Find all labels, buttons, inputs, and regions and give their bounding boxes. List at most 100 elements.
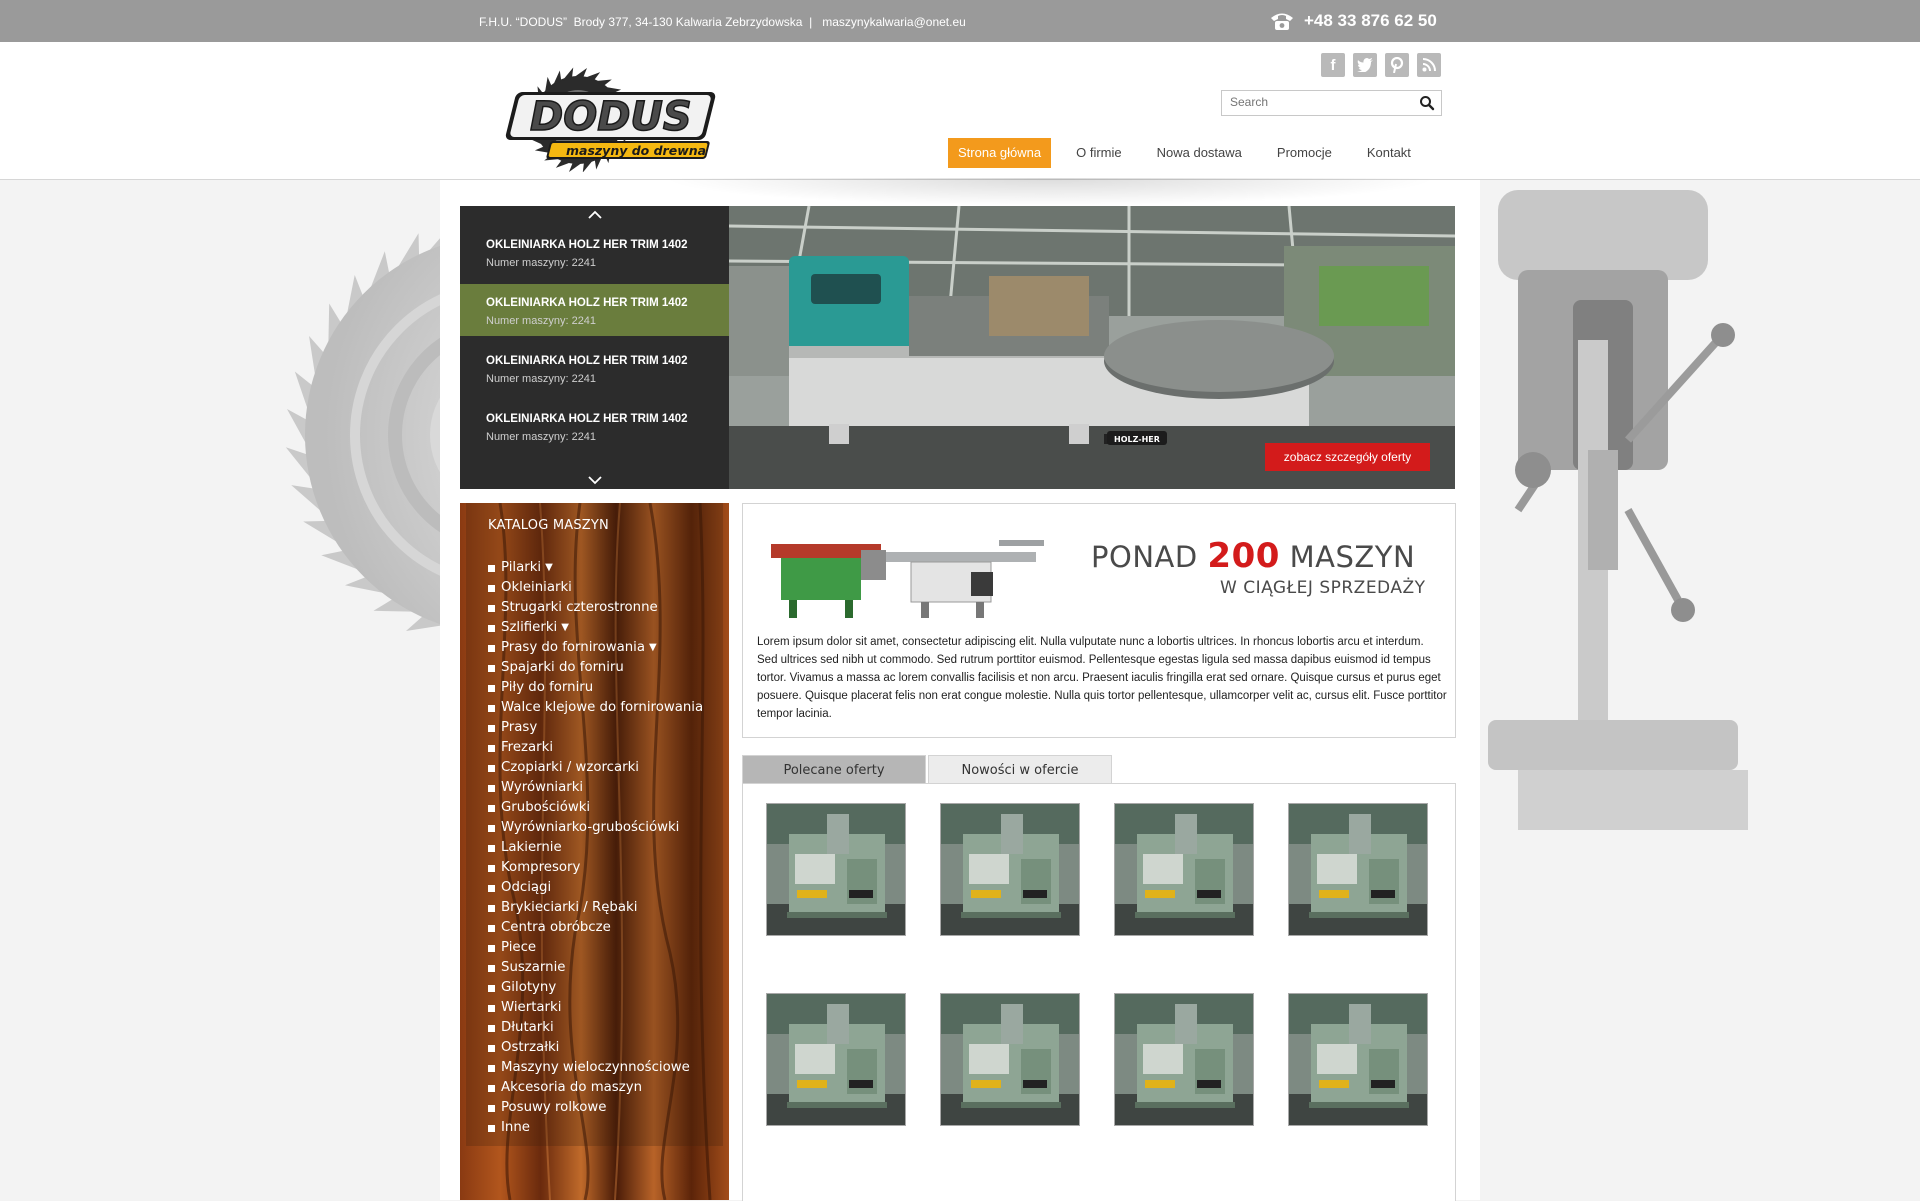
product-thumbnail[interactable] <box>940 993 1080 1126</box>
slider-image[interactable]: HOLZ-HER zobacz szczegóły oferty <box>729 206 1455 489</box>
tab-recommended-offers[interactable]: Polecane oferty <box>742 755 926 784</box>
catalog-item[interactable]: Inne <box>488 1118 703 1138</box>
catalog-item[interactable]: Piece <box>488 938 703 958</box>
facebook-icon[interactable]: f <box>1321 53 1345 77</box>
catalog-item-label: Prasy do fornirowania <box>501 640 645 655</box>
catalog-item-label: Maszyny wieloczynnościowe <box>501 1060 690 1075</box>
catalog-item[interactable]: Prasy do fornirowania ▼ <box>488 638 703 658</box>
catalog-item[interactable]: Pilarki ▼ <box>488 558 703 578</box>
nav-item-promotions[interactable]: Promocje <box>1267 138 1342 168</box>
rss-icon[interactable] <box>1417 53 1441 77</box>
slider-item-active[interactable]: OKLEINIARKA HOLZ HER TRIM 1402 Numer mas… <box>460 284 729 336</box>
catalog-item[interactable]: Suszarnie <box>488 958 703 978</box>
catalog-item[interactable]: Walce klejowe do fornirowania <box>488 698 703 718</box>
catalog-item[interactable]: Ostrzałki <box>488 1038 703 1058</box>
catalog-item[interactable]: Centra obróbcze <box>488 918 703 938</box>
catalog-item-label: Strugarki czterostronne <box>501 600 658 615</box>
slider-up-button[interactable] <box>460 206 729 224</box>
catalog-item[interactable]: Okleiniarki <box>488 578 703 598</box>
catalog-item[interactable]: Kompresory <box>488 858 703 878</box>
catalog-item[interactable]: Maszyny wieloczynnościowe <box>488 1058 703 1078</box>
slider-list: OKLEINIARKA HOLZ HER TRIM 1402 Numer mas… <box>460 206 729 489</box>
catalog-item[interactable]: Strugarki czterostronne <box>488 598 703 618</box>
dropdown-triangle-icon[interactable]: ▼ <box>649 638 657 658</box>
pinterest-icon[interactable] <box>1385 53 1409 77</box>
bullet-icon <box>488 884 495 892</box>
promo-machines-image <box>771 540 1044 618</box>
catalog-item[interactable]: Spajarki do forniru <box>488 658 703 678</box>
catalog-item[interactable]: Gilotyny <box>488 978 703 998</box>
search-icon[interactable] <box>1419 95 1435 111</box>
search-input[interactable] <box>1222 91 1415 113</box>
promo-headline-line2: W CIĄGŁEJ SPRZEDAŻY <box>1220 578 1426 598</box>
catalog-item-label: Frezarki <box>501 740 554 755</box>
dodus-logo[interactable]: DODUS maszyny do drewna <box>478 62 728 172</box>
promo-headline-pre: PONAD <box>1091 540 1208 574</box>
nav-item-new-delivery[interactable]: Nowa dostawa <box>1147 138 1252 168</box>
catalog-item[interactable]: Wyrówniarko-grubościówki <box>488 818 703 838</box>
catalog-title: KATALOG MASZYN <box>488 518 609 533</box>
slider-item-number: Numer maszyny: 2241 <box>486 315 597 327</box>
machine-brand-label: HOLZ-HER <box>1114 435 1160 444</box>
slider-down-button[interactable] <box>460 471 729 489</box>
nav-item-home[interactable]: Strona główna <box>948 138 1052 168</box>
product-thumbnail[interactable] <box>1288 993 1428 1126</box>
catalog-item[interactable]: Prasy <box>488 718 703 738</box>
catalog-item-label: Kompresory <box>501 860 581 875</box>
offer-tabs: Polecane oferty Nowości w ofercie <box>742 755 1112 784</box>
dropdown-triangle-icon[interactable]: ▼ <box>561 618 569 638</box>
twitter-icon[interactable] <box>1353 53 1377 77</box>
catalog-item[interactable]: Odciągi <box>488 878 703 898</box>
bullet-icon <box>488 584 495 592</box>
product-thumbnail[interactable] <box>1114 993 1254 1126</box>
catalog-item-label: Centra obróbcze <box>501 920 611 935</box>
nav-item-contact[interactable]: Kontakt <box>1357 138 1421 168</box>
catalog-item[interactable]: Dłutarki <box>488 1018 703 1038</box>
promo-text: Lorem ipsum dolor sit amet, consectetur … <box>757 636 1447 720</box>
search-box <box>1221 90 1442 116</box>
catalog-item[interactable]: Grubościówki <box>488 798 703 818</box>
machine-catalog: KATALOG MASZYN Pilarki ▼ Okleiniarki Stru… <box>460 503 729 1200</box>
bullet-icon <box>488 1104 495 1112</box>
catalog-item[interactable]: Czopiarki / wzorcarki <box>488 758 703 778</box>
product-thumbnail[interactable] <box>1114 803 1254 936</box>
catalog-item[interactable]: Szlifierki ▼ <box>488 618 703 638</box>
bullet-icon <box>488 824 495 832</box>
chevron-up-icon <box>587 210 602 219</box>
catalog-item[interactable]: Lakiernie <box>488 838 703 858</box>
catalog-item[interactable]: Frezarki <box>488 738 703 758</box>
catalog-item-label: Dłutarki <box>501 1020 554 1035</box>
catalog-item-label: Czopiarki / wzorcarki <box>501 760 639 775</box>
drill-press-background <box>1488 190 1748 830</box>
catalog-item-label: Pilarki <box>501 560 542 575</box>
bullet-icon <box>488 784 495 792</box>
product-thumbnail[interactable] <box>940 803 1080 936</box>
slider-item[interactable]: OKLEINIARKA HOLZ HER TRIM 1402 Numer mas… <box>460 226 729 278</box>
nav-item-about[interactable]: O firmie <box>1066 138 1132 168</box>
slider-item[interactable]: OKLEINIARKA HOLZ HER TRIM 1402 Numer mas… <box>460 342 729 394</box>
catalog-item[interactable]: Brykieciarki / Rębaki <box>488 898 703 918</box>
catalog-item[interactable]: Akcesoria do maszyn <box>488 1078 703 1098</box>
catalog-item[interactable]: Wyrówniarki <box>488 778 703 798</box>
promo-headline-number: 200 <box>1207 536 1280 576</box>
offer-details-button[interactable]: zobacz szczegóły oferty <box>1265 443 1430 471</box>
product-thumbnail[interactable] <box>766 993 906 1126</box>
svg-text:maszyny do drewna: maszyny do drewna <box>566 143 706 158</box>
tab-new-offers[interactable]: Nowości w ofercie <box>928 755 1112 784</box>
catalog-item[interactable]: Posuwy rolkowe <box>488 1098 703 1118</box>
catalog-item[interactable]: Wiertarki <box>488 998 703 1018</box>
bullet-icon <box>488 844 495 852</box>
product-thumbnail[interactable] <box>766 803 906 936</box>
dropdown-triangle-icon[interactable]: ▼ <box>545 558 553 578</box>
catalog-list: Pilarki ▼ Okleiniarki Strugarki czterostr… <box>488 558 703 1138</box>
phone-number[interactable]: +48 33 876 62 50 <box>1304 11 1437 31</box>
product-thumbnail[interactable] <box>1288 803 1428 936</box>
catalog-item-label: Posuwy rolkowe <box>501 1100 607 1115</box>
slider-item[interactable]: OKLEINIARKA HOLZ HER TRIM 1402 Numer mas… <box>460 400 729 452</box>
bullet-icon <box>488 564 495 572</box>
catalog-item-label: Wyrówniarki <box>501 780 584 795</box>
slider-item-title: OKLEINIARKA HOLZ HER TRIM 1402 <box>486 355 688 367</box>
catalog-item-label: Wyrówniarko-grubościówki <box>501 820 680 835</box>
catalog-item[interactable]: Piły do forniru <box>488 678 703 698</box>
main-nav: Strona główna O firmie Nowa dostawa Prom… <box>948 138 1421 168</box>
